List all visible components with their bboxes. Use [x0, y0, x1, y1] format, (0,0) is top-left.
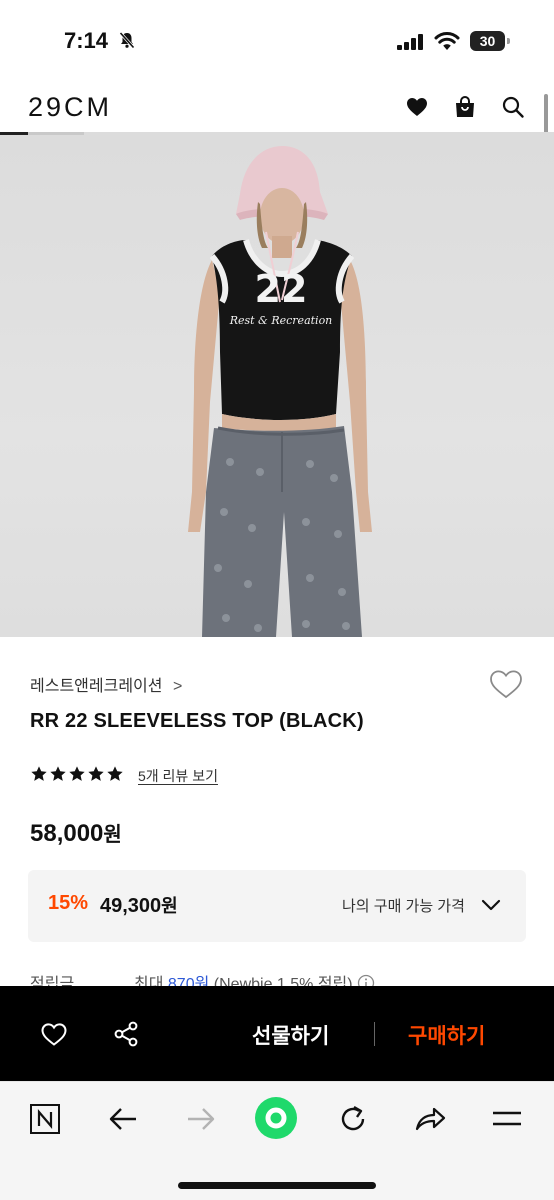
carousel-indicator — [0, 132, 84, 135]
discount-price-number: 49,300 — [100, 895, 162, 917]
purchase-bar: 선물하기 구매하기 — [0, 986, 554, 1081]
discount-percent: 15% — [48, 892, 89, 914]
rating-stars[interactable] — [30, 765, 124, 785]
product-photo: 22 Rest & Recreation — [188, 146, 372, 637]
star-icon — [31, 766, 47, 781]
star-icon — [69, 766, 85, 781]
share-arrow-icon[interactable] — [413, 1102, 447, 1136]
my-price-toggle-label[interactable]: 나의 구매 가능 가격 — [342, 895, 465, 916]
search-icon[interactable] — [501, 95, 525, 119]
reviews-link[interactable]: 5개 리뷰 보기 — [138, 766, 218, 786]
shopping-bag-icon[interactable] — [453, 95, 477, 119]
brand-link[interactable]: 레스트앤레크레이션 > — [30, 672, 182, 696]
chevron-down-icon[interactable] — [480, 898, 502, 912]
green-home-icon[interactable] — [254, 1096, 298, 1140]
reload-icon[interactable] — [336, 1102, 370, 1136]
browser-toolbar — [0, 1081, 554, 1200]
cellular-signal-icon — [397, 34, 423, 50]
gift-button[interactable]: 선물하기 — [252, 1020, 329, 1050]
discount-price: 49,300원 — [100, 892, 178, 918]
wishlist-heart-icon[interactable] — [488, 668, 524, 700]
battery-icon: 30 — [470, 31, 510, 51]
price-unit: 원 — [103, 824, 122, 846]
buy-button[interactable]: 구매하기 — [408, 1020, 485, 1050]
heart-icon[interactable] — [405, 95, 429, 119]
shirt-graphic-script: Rest & Recreation — [229, 314, 333, 327]
status-time: 7:14 — [64, 28, 109, 53]
original-price: 58,000원 — [30, 818, 122, 848]
my-price-panel[interactable]: 15% 49,300원 나의 구매 가능 가격 — [28, 870, 526, 942]
chevron-right-icon: > — [172, 678, 183, 695]
wishlist-heart-icon[interactable] — [40, 1021, 68, 1047]
discount-price-unit: 원 — [161, 896, 178, 916]
brand-name: 레스트앤레크레이션 — [30, 678, 163, 695]
battery-level: 30 — [470, 31, 505, 51]
home-indicator — [178, 1182, 376, 1189]
app-header: 29CM — [0, 80, 554, 132]
share-icon[interactable] — [112, 1020, 140, 1048]
price-number: 58,000 — [30, 820, 104, 847]
back-arrow-icon[interactable] — [106, 1102, 140, 1136]
star-icon — [107, 766, 123, 781]
product-title: RR 22 SLEEVELESS TOP (BLACK) — [30, 710, 364, 732]
status-bar: 7:14 30 — [0, 0, 554, 80]
divider — [374, 1022, 375, 1046]
star-icon — [50, 766, 66, 781]
logo[interactable]: 29CM — [28, 92, 112, 123]
wifi-icon — [434, 31, 460, 50]
naver-n-icon[interactable] — [28, 1102, 62, 1136]
shirt-graphic-number: 22 — [255, 267, 308, 311]
star-icon — [88, 766, 104, 781]
forward-arrow-icon[interactable] — [184, 1102, 218, 1136]
bell-muted-icon — [119, 31, 135, 49]
product-image-carousel[interactable]: 22 Rest & Recreation — [0, 132, 554, 637]
battery-cap — [507, 38, 510, 44]
menu-icon[interactable] — [490, 1102, 524, 1136]
